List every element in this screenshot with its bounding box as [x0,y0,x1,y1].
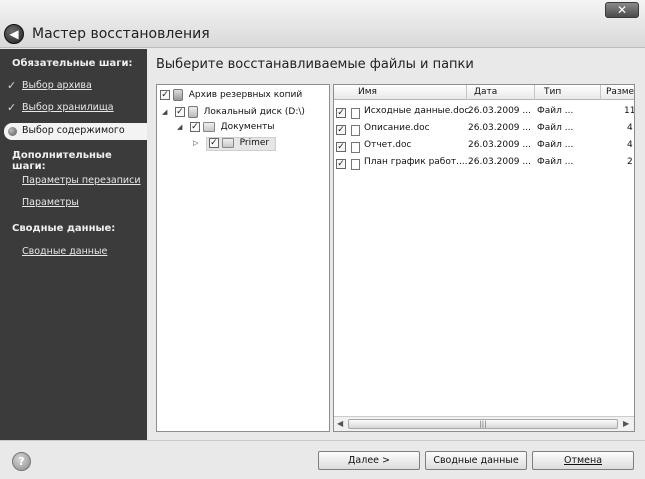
document-icon [351,159,360,170]
file-name: Отчет.doc [364,140,412,150]
expand-arrow-icon[interactable]: ◢ [162,108,172,116]
check-icon: ✓ [7,101,17,114]
expand-arrow-icon[interactable]: ◢ [177,123,187,131]
file-type: Файл ... [537,157,574,167]
horizontal-scrollbar[interactable]: ◀ ||| ▶ [334,416,634,431]
primer-checkbox[interactable]: ✓ [208,138,219,148]
step-options[interactable]: Параметры [22,197,79,208]
step-label: Выбор хранилища [22,102,114,113]
column-size[interactable]: Разме [606,87,634,97]
document-icon [351,125,360,136]
wizard-sidebar: Обязательные шаги: ✓ Выбор архива ✓ Выбо… [0,49,147,440]
next-button[interactable]: Далее > [318,451,420,470]
column-divider[interactable] [600,85,601,100]
file-size: 2 [627,157,633,167]
file-name: Исходные данные.doc [364,106,470,116]
tree-item-local-disk[interactable]: ◢ ✓ Локальный диск (D:\) [162,106,305,121]
step-overwrite-options[interactable]: Параметры перезаписи [22,175,141,186]
window-title: Мастер восстановления [32,26,210,42]
column-divider[interactable] [466,85,467,100]
selected-node: ✓ Primer [205,136,277,151]
file-size: 4 [627,123,633,133]
file-date: 26.03.2009 ... [468,106,531,116]
tree-item-label: Локальный диск (D:\) [203,107,305,117]
help-button[interactable]: ? [12,452,31,471]
column-divider[interactable] [534,85,535,100]
table-row[interactable]: ✓ Отчет.doc 26.03.2009 ... Файл ... 4 [334,137,634,154]
column-name[interactable]: Имя [358,87,377,97]
file-checkbox[interactable]: ✓ [336,159,346,169]
folder-icon [202,122,215,132]
step-label: Выбор архива [22,80,92,91]
file-name: План график работ.... [364,157,468,167]
close-button[interactable]: ✕ [605,2,639,18]
file-date: 26.03.2009 ... [468,140,531,150]
column-date[interactable]: Дата [474,87,497,97]
step-select-archive[interactable]: ✓ Выбор архива [4,78,147,95]
document-icon [351,142,360,153]
file-date: 26.03.2009 ... [468,157,531,167]
back-arrow-icon: ◀ [9,27,19,41]
table-row[interactable]: ✓ Описание.doc 26.03.2009 ... Файл ... 4 [334,120,634,137]
check-icon: ✓ [7,79,17,92]
file-type: Файл ... [537,123,574,133]
local-disk-checkbox[interactable]: ✓ [174,107,185,117]
content-title: Выберите восстанавливаемые файлы и папки [156,57,474,72]
file-list[interactable]: Имя Дата Тип Разме ✓ Исходные данные.doc… [333,84,635,432]
title-bar: ✕ ◀ Мастер восстановления [0,0,645,48]
list-header: Имя Дата Тип Разме [334,85,634,100]
tree-item-archive[interactable]: ✓ Архив резервных копий [160,89,302,104]
current-step-icon [8,127,17,136]
file-size: 11 [624,106,635,116]
required-steps-heading: Обязательные шаги: [12,58,133,69]
folder-tree[interactable]: ✓ Архив резервных копий ◢ ✓ Локальный ди… [156,84,330,432]
collapse-arrow-icon[interactable]: ▷ [193,139,203,147]
file-type: Файл ... [537,140,574,150]
optional-steps-heading: Дополнительные шаги: [12,150,112,172]
table-row[interactable]: ✓ План график работ.... 26.03.2009 ... Ф… [334,154,634,171]
file-size: 4 [627,140,633,150]
archive-checkbox[interactable]: ✓ [160,90,170,100]
back-button[interactable]: ◀ [4,24,24,44]
cancel-button[interactable]: Отмена [532,451,634,470]
column-type[interactable]: Тип [544,87,561,97]
file-checkbox[interactable]: ✓ [336,108,346,118]
disk-icon [187,106,198,118]
tree-item-label: Документы [220,122,275,132]
file-checkbox[interactable]: ✓ [336,125,346,135]
close-icon: ✕ [616,3,628,17]
help-icon: ? [18,455,25,468]
file-name: Описание.doc [364,123,430,133]
folder-icon [221,138,234,148]
file-checkbox[interactable]: ✓ [336,142,346,152]
summary-button[interactable]: Сводные данные [425,451,527,470]
step-select-content[interactable]: Выбор содержимого [4,123,147,140]
summary-heading: Сводные данные: [12,223,116,234]
step-select-location[interactable]: ✓ Выбор хранилища [4,100,147,117]
tree-item-label: Архив резервных копий [188,90,303,100]
archive-icon [172,89,183,101]
tree-item-documents[interactable]: ◢ ✓ Документы [177,122,274,137]
tree-item-primer[interactable]: ▷ ✓ Primer [193,136,277,153]
step-summary[interactable]: Сводные данные [22,246,107,257]
step-label: Выбор содержимого [22,125,125,136]
file-type: Файл ... [537,106,574,116]
tree-item-label: Primer [239,138,270,148]
document-icon [351,108,360,119]
documents-checkbox[interactable]: ✓ [189,122,200,132]
table-row[interactable]: ✓ Исходные данные.doc 26.03.2009 ... Фай… [334,103,635,120]
file-date: 26.03.2009 ... [468,123,531,133]
scroll-right-icon[interactable]: ▶ [623,419,629,428]
bottom-bar: ? Далее > Сводные данные Отмена [0,440,645,479]
scrollbar-thumb[interactable]: ||| [348,419,618,429]
scroll-left-icon[interactable]: ◀ [337,419,343,428]
